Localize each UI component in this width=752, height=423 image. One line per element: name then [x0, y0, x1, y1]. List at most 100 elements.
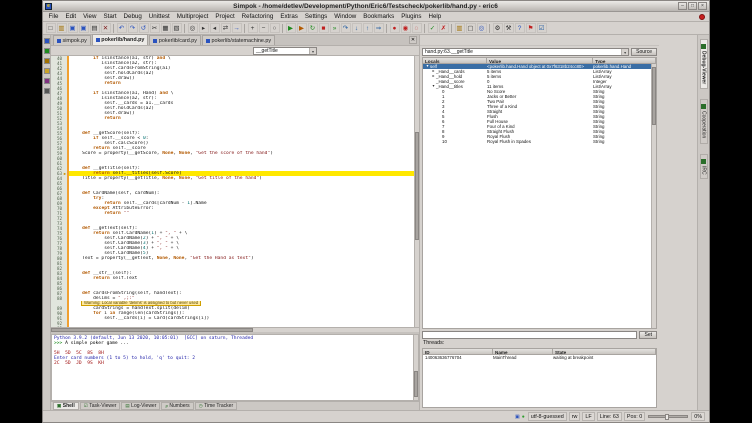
file-browser-icon[interactable]: [44, 68, 50, 74]
unittest-icon[interactable]: ✓: [428, 23, 438, 33]
file-tab-pokerlib-statemachine-py[interactable]: pokerlib/statemachine.py: [202, 35, 275, 45]
unittest-failed-icon[interactable]: ✗: [439, 23, 449, 33]
stop-script-icon[interactable]: ■: [319, 23, 329, 33]
close-project-icon[interactable]: ▢: [466, 23, 476, 33]
editor-lines[interactable]: 40 if isinstance(a1, str) and \41 isinst…: [51, 56, 414, 327]
menu-file[interactable]: File: [45, 13, 62, 20]
tasks-icon[interactable]: ☑: [537, 23, 547, 33]
menu-plugins[interactable]: Plugins: [398, 13, 425, 20]
close-tab-icon[interactable]: ✕: [409, 36, 417, 44]
cut-icon[interactable]: ✂: [150, 23, 160, 33]
variables-vertical-scrollbar[interactable]: [651, 64, 656, 328]
help-icon[interactable]: ?: [515, 23, 525, 33]
restart-icon[interactable]: ↻: [308, 23, 318, 33]
bottom-tab-numbers[interactable]: #Numbers: [161, 402, 193, 410]
plugins-icon[interactable]: ⚒: [504, 23, 514, 33]
shell-panel[interactable]: Python 3.9.2 (default, Jun 13 2020, 10:0…: [51, 334, 419, 401]
menu-settings[interactable]: Settings: [301, 13, 330, 20]
call-stack-combo[interactable]: hand.py:63.__getTitle ▾: [422, 48, 629, 56]
chevron-down-icon[interactable]: ▾: [621, 49, 628, 55]
goto-line-icon[interactable]: →: [232, 23, 242, 33]
chevron-down-icon[interactable]: ▾: [309, 48, 316, 54]
maximize-button[interactable]: □: [688, 2, 697, 10]
variable-row[interactable]: 10Royal Flush in SpadesString: [423, 139, 651, 144]
multiproject-viewer-icon[interactable]: [44, 48, 50, 54]
copy-icon[interactable]: ▦: [161, 23, 171, 33]
threads-header-id[interactable]: ID: [423, 349, 493, 354]
threads-header-state[interactable]: State: [553, 349, 656, 354]
minimize-button[interactable]: –: [678, 2, 687, 10]
paste-icon[interactable]: ▧: [172, 23, 182, 33]
titlebar[interactable]: e Simpok - /home/detlev/Development/Pyth…: [43, 1, 709, 12]
app-icon[interactable]: e: [45, 3, 52, 10]
source-button[interactable]: Source: [631, 48, 657, 56]
menu-refactoring[interactable]: Refactoring: [238, 13, 277, 20]
symbols-icon[interactable]: [44, 78, 50, 84]
template-viewer-icon[interactable]: [44, 58, 50, 64]
open-project-icon[interactable]: ▥: [455, 23, 465, 33]
code-editor[interactable]: 40 if isinstance(a1, str) and \41 isinst…: [51, 56, 419, 332]
save-file-icon[interactable]: ▣: [68, 23, 78, 33]
threads-header-name[interactable]: Name: [493, 349, 553, 354]
print-icon[interactable]: ▤: [90, 23, 100, 33]
menu-help[interactable]: Help: [425, 13, 445, 20]
run-script-icon[interactable]: ▶: [286, 23, 296, 33]
file-tab-pokerlib-card-py[interactable]: pokerlib/card.py: [149, 35, 201, 45]
menu-view[interactable]: View: [80, 13, 100, 20]
bottom-tab-time-tracker[interactable]: ◷Time Tracker: [195, 402, 237, 410]
numbers-viewer-icon[interactable]: [44, 88, 50, 94]
step-into-icon[interactable]: ↓: [352, 23, 362, 33]
quicksearch-combo[interactable]: __getTitle ▾: [253, 47, 317, 55]
zoom-reset-icon[interactable]: ○: [270, 23, 280, 33]
bottom-tab-task-viewer[interactable]: ☑Task-Viewer: [80, 402, 121, 410]
menu-project[interactable]: Project: [212, 13, 238, 20]
bottom-tab-log-viewer[interactable]: ▤Log-Viewer: [121, 402, 160, 410]
open-file-icon[interactable]: ▥: [57, 23, 67, 33]
thread-row[interactable]: 140063636776704MainThreadwaiting at brea…: [423, 355, 656, 360]
zoom-out-icon[interactable]: −: [259, 23, 269, 33]
zoom-in-icon[interactable]: +: [248, 23, 258, 33]
menu-edit[interactable]: Edit: [62, 13, 80, 20]
zoom-slider[interactable]: [648, 415, 688, 418]
preferences-icon[interactable]: ⚙: [493, 23, 503, 33]
revert-icon[interactable]: ↺: [139, 23, 149, 33]
search-icon[interactable]: ◎: [188, 23, 198, 33]
menu-unittest[interactable]: Unittest: [145, 13, 173, 20]
scrollbar-thumb[interactable]: [51, 328, 253, 332]
close-button[interactable]: ×: [698, 2, 707, 10]
threads-table-header[interactable]: IDNameState: [422, 348, 657, 355]
menu-debug[interactable]: Debug: [120, 13, 145, 20]
variables-table-header[interactable]: LocalsValueType: [422, 57, 657, 64]
editor-vertical-scrollbar[interactable]: [414, 56, 419, 327]
search-prev-icon[interactable]: ◂: [210, 23, 220, 33]
shell-vertical-scrollbar[interactable]: [413, 335, 418, 400]
set-filter-button[interactable]: Set: [639, 331, 657, 339]
right-tab-debug-viewer[interactable]: Debug-Viewer: [700, 39, 708, 89]
menu-window[interactable]: Window: [331, 13, 360, 20]
variables-header-value[interactable]: Value: [487, 58, 593, 63]
clear-breakpoints-icon[interactable]: ◌: [412, 23, 422, 33]
variables-header-locals[interactable]: Locals: [423, 58, 487, 63]
menu-start[interactable]: Start: [100, 13, 120, 20]
replace-icon[interactable]: ⇄: [221, 23, 231, 33]
variables-filter-input[interactable]: [422, 331, 637, 339]
undo-icon[interactable]: ↶: [117, 23, 127, 33]
zoom-slider-thumb[interactable]: [665, 414, 669, 420]
continue-icon[interactable]: »: [330, 23, 340, 33]
variables-header-type[interactable]: Type: [593, 58, 656, 63]
right-tab-irc[interactable]: IRC: [700, 154, 708, 180]
editor-horizontal-scrollbar[interactable]: [51, 327, 419, 332]
right-tab-cooperation[interactable]: Cooperation: [700, 99, 708, 143]
run-to-cursor-icon[interactable]: ⇒: [374, 23, 384, 33]
save-all-icon[interactable]: ▣: [79, 23, 89, 33]
menu-extras[interactable]: Extras: [277, 13, 302, 20]
scrollbar-thumb[interactable]: [652, 67, 656, 125]
step-out-icon[interactable]: ↑: [363, 23, 373, 33]
file-tab-simpok-py[interactable]: simpok.py: [53, 35, 91, 45]
menu-multiproject[interactable]: Multiproject: [173, 13, 212, 20]
menu-bookmarks[interactable]: Bookmarks: [360, 13, 398, 20]
toggle-breakpoint-icon[interactable]: ●: [390, 23, 400, 33]
search-next-icon[interactable]: ▸: [199, 23, 209, 33]
scrollbar-thumb[interactable]: [415, 132, 419, 240]
bottom-tab-shell[interactable]: ▣Shell: [53, 402, 79, 410]
